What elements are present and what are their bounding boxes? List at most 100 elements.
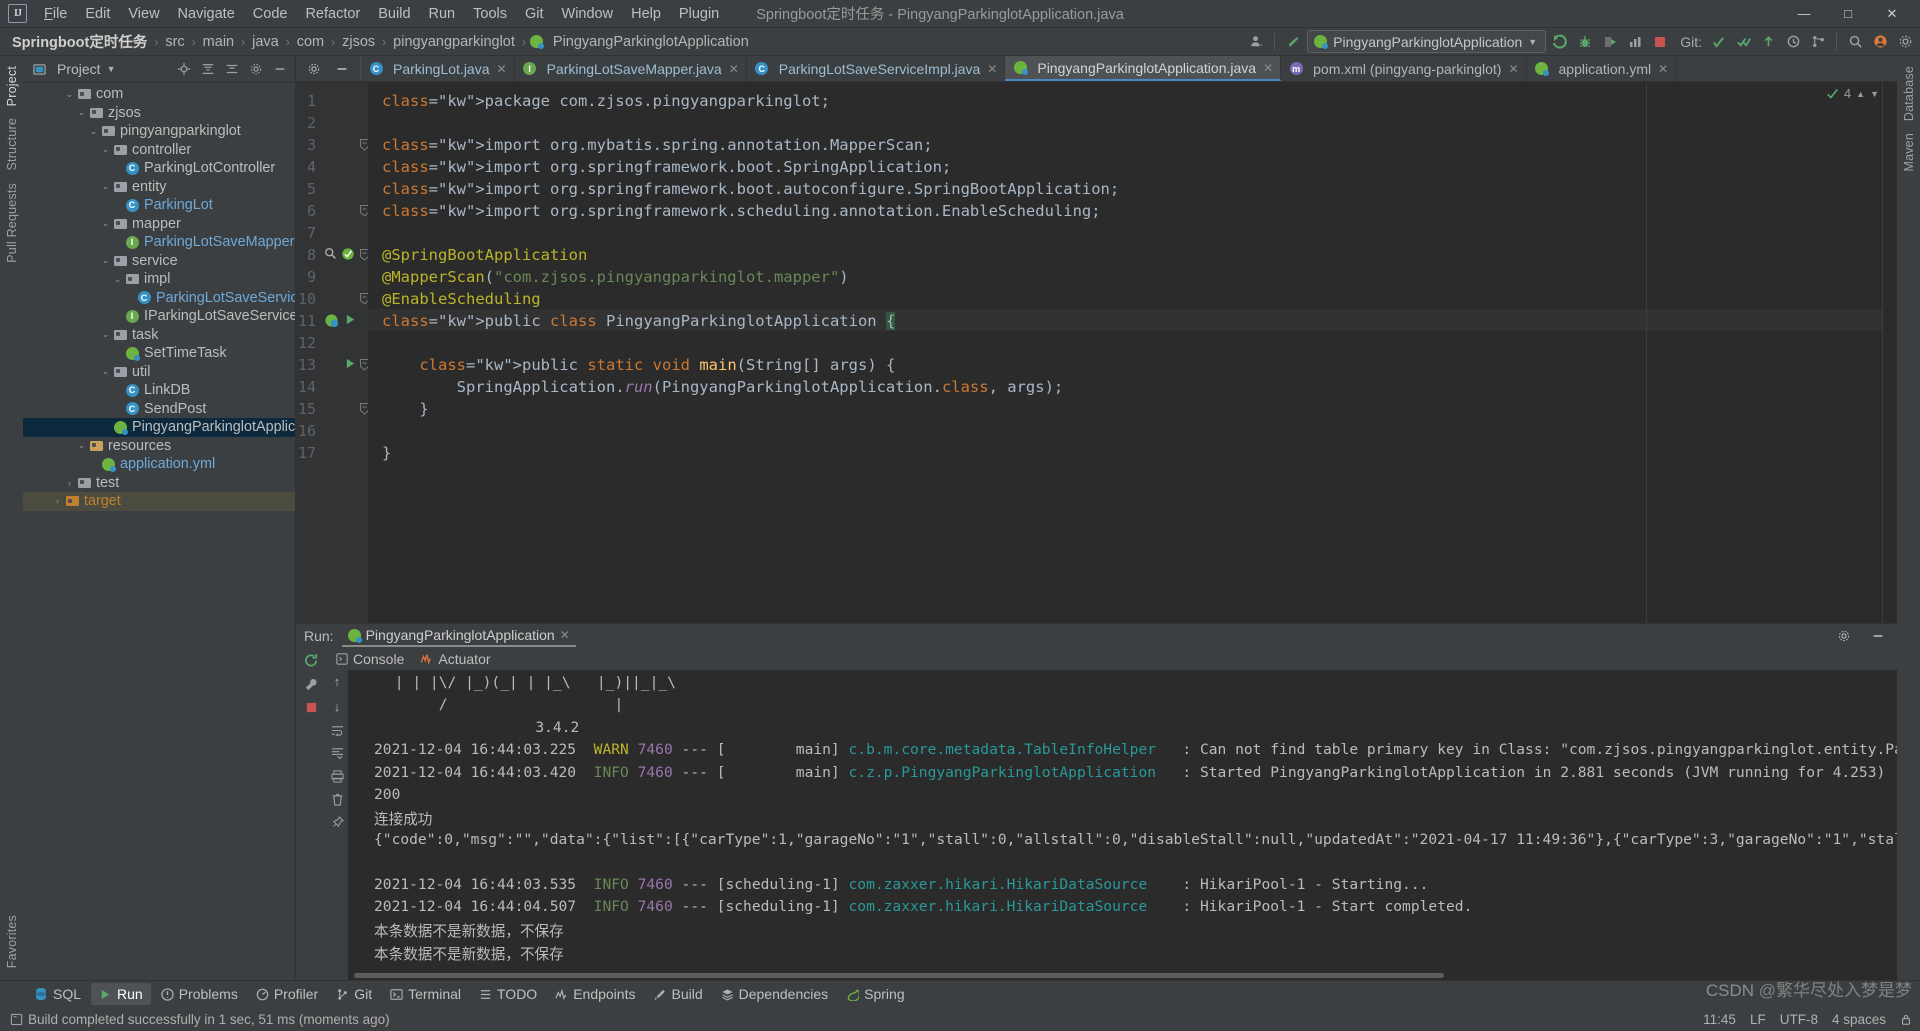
tree-node[interactable]: ⌄ util: [23, 363, 295, 382]
run-gutter-icon[interactable]: [344, 357, 357, 370]
tab-actuator[interactable]: Actuator: [420, 651, 491, 667]
editor-tab[interactable]: m pom.xml (pingyang-parkinglot) ✕: [1281, 56, 1527, 81]
inspection-widget[interactable]: 4 ▲ ▼: [1826, 86, 1879, 101]
run-icon[interactable]: [1549, 31, 1571, 53]
code-line[interactable]: @MapperScan("com.zjsos.pingyangparkinglo…: [382, 268, 849, 286]
user-icon[interactable]: [1245, 31, 1267, 53]
breadcrumb-item-com[interactable]: com: [293, 33, 328, 51]
chevron-down-icon[interactable]: ▼: [1870, 89, 1879, 99]
project-tree[interactable]: ⌄ com ⌄ zjsos ⌄ pingyangparkinglot ⌄ controller…: [23, 83, 295, 980]
tool-window-button-profiler[interactable]: Profiler: [248, 983, 326, 1005]
editor-tab[interactable]: application.yml ✕: [1527, 56, 1677, 81]
git-commit-icon[interactable]: [1732, 31, 1754, 53]
code-line[interactable]: class="kw">import org.mybatis.spring.ann…: [382, 136, 933, 154]
tree-node[interactable]: ⌄ com: [23, 85, 295, 104]
expand-all-icon[interactable]: [197, 58, 219, 80]
wrench-icon[interactable]: [304, 677, 319, 692]
menu-plugin[interactable]: Plugin: [670, 3, 728, 25]
menu-code[interactable]: Code: [244, 3, 297, 25]
spring-bean-gutter-icon[interactable]: [341, 247, 355, 261]
menu-navigate[interactable]: Navigate: [169, 3, 244, 25]
tool-tab-project[interactable]: Project: [3, 60, 21, 112]
tool-window-button-terminal[interactable]: Terminal: [382, 983, 469, 1005]
close-icon[interactable]: ✕: [1508, 62, 1518, 76]
run-configuration-selector[interactable]: PingyangParkinglotApplication ▼: [1307, 30, 1547, 53]
tree-node[interactable]: application.yml: [23, 455, 295, 474]
settings-gear-icon[interactable]: [303, 58, 325, 80]
menu-edit[interactable]: Edit: [76, 3, 119, 25]
code-line[interactable]: class="kw">import org.springframework.sc…: [382, 202, 1101, 220]
tree-node[interactable]: ⌄ pingyangparkinglot: [23, 122, 295, 141]
bean-search-gutter-icon[interactable]: [324, 247, 338, 261]
editor-tab[interactable]: C ParkingLot.java ✕: [361, 56, 515, 81]
chevron-down-icon[interactable]: ▼: [107, 64, 116, 74]
clear-all-icon[interactable]: [331, 793, 344, 806]
code-line[interactable]: SpringApplication.run(PingyangParkinglot…: [382, 378, 1064, 396]
stop-icon[interactable]: [1649, 31, 1671, 53]
tree-node[interactable]: C SendPost: [23, 400, 295, 419]
tool-window-button-run[interactable]: Run: [91, 983, 151, 1005]
git-history-icon[interactable]: [1782, 31, 1804, 53]
breadcrumb-item-main[interactable]: main: [199, 33, 238, 51]
tree-node[interactable]: C ParkingLotController: [23, 159, 295, 178]
breadcrumb-item-class[interactable]: PingyangParkinglotApplication: [549, 33, 753, 51]
editor-tab[interactable]: PingyangParkinglotApplication.java ✕: [1005, 56, 1282, 81]
tree-node[interactable]: ⌄ zjsos: [23, 104, 295, 123]
tool-tab-database[interactable]: Database: [1900, 60, 1918, 127]
menu-help[interactable]: Help: [622, 3, 670, 25]
up-arrow-icon[interactable]: ↑: [334, 674, 341, 689]
chevron-up-icon[interactable]: ▲: [1856, 89, 1865, 99]
code-line[interactable]: @SpringBootApplication: [382, 246, 587, 264]
tree-expand-arrow[interactable]: ⌄: [111, 274, 124, 285]
lock-icon[interactable]: [1900, 1013, 1912, 1026]
tool-window-button-dependencies[interactable]: Dependencies: [713, 983, 837, 1005]
tree-expand-arrow[interactable]: ⌄: [99, 255, 112, 266]
tool-tab-pull-requests[interactable]: Pull Requests: [3, 177, 21, 269]
tree-expand-arrow[interactable]: ⌄: [75, 440, 88, 451]
close-icon[interactable]: ✕: [1263, 61, 1273, 75]
rerun-icon[interactable]: [304, 653, 319, 668]
git-branch-icon[interactable]: [1807, 31, 1829, 53]
status-indent[interactable]: 4 spaces: [1832, 1012, 1886, 1027]
breadcrumb-item-zjsos[interactable]: zjsos: [338, 33, 379, 51]
menu-window[interactable]: Window: [553, 3, 623, 25]
breadcrumb-item-pingyangparkinglot[interactable]: pingyangparkinglot: [389, 33, 519, 51]
collapse-all-icon[interactable]: [221, 58, 243, 80]
close-icon[interactable]: ✕: [560, 628, 570, 642]
tree-node[interactable]: ⌄ mapper: [23, 215, 295, 234]
tree-node[interactable]: PingyangParkinglotApplication: [23, 418, 295, 437]
console-horizontal-scrollbar[interactable]: [348, 971, 1897, 980]
breadcrumb-item-java[interactable]: java: [248, 33, 283, 51]
status-line-separator[interactable]: LF: [1750, 1012, 1766, 1027]
close-icon[interactable]: ✕: [729, 62, 739, 76]
locate-icon[interactable]: [173, 58, 195, 80]
code-line[interactable]: }: [382, 400, 428, 418]
breadcrumb-item-src[interactable]: src: [161, 33, 188, 51]
tree-node[interactable]: ⌄ controller: [23, 141, 295, 160]
git-update-icon[interactable]: [1707, 31, 1729, 53]
code-line[interactable]: class="kw">package com.zjsos.pingyangpar…: [382, 92, 830, 110]
scroll-to-end-icon[interactable]: [331, 747, 344, 760]
git-push-icon[interactable]: [1757, 31, 1779, 53]
tool-window-button-endpoints[interactable]: Endpoints: [547, 983, 643, 1005]
hide-panel-icon[interactable]: [269, 58, 291, 80]
tree-node[interactable]: SetTimeTask: [23, 344, 295, 363]
tree-node[interactable]: › target: [23, 492, 295, 511]
tab-console[interactable]: Console: [336, 651, 404, 667]
hide-panel-icon[interactable]: [1867, 625, 1889, 647]
tree-expand-arrow[interactable]: ›: [51, 496, 64, 506]
tree-node[interactable]: ⌄ resources: [23, 437, 295, 456]
soft-wrap-icon[interactable]: [331, 724, 344, 737]
close-icon[interactable]: ✕: [497, 62, 507, 76]
pin-icon[interactable]: [331, 816, 344, 829]
gear-icon[interactable]: [245, 58, 267, 80]
tree-expand-arrow[interactable]: ⌄: [99, 181, 112, 192]
close-button[interactable]: ✕: [1870, 0, 1914, 27]
code-editor[interactable]: 1 2 3 4 5 6 7 8 9 10 11 12 13 14 15 16 17 class="kw">pac…: [296, 82, 1897, 623]
tool-window-button-build[interactable]: Build: [645, 983, 710, 1005]
editor-gutter[interactable]: 1 2 3 4 5 6 7 8 9 10 11 12 13 14 15 16 17: [296, 82, 369, 623]
tree-expand-arrow[interactable]: ›: [63, 478, 76, 488]
gear-icon[interactable]: [1833, 625, 1855, 647]
spring-boot-gutter-icon[interactable]: [324, 313, 339, 328]
tree-node[interactable]: ⌄ impl: [23, 270, 295, 289]
